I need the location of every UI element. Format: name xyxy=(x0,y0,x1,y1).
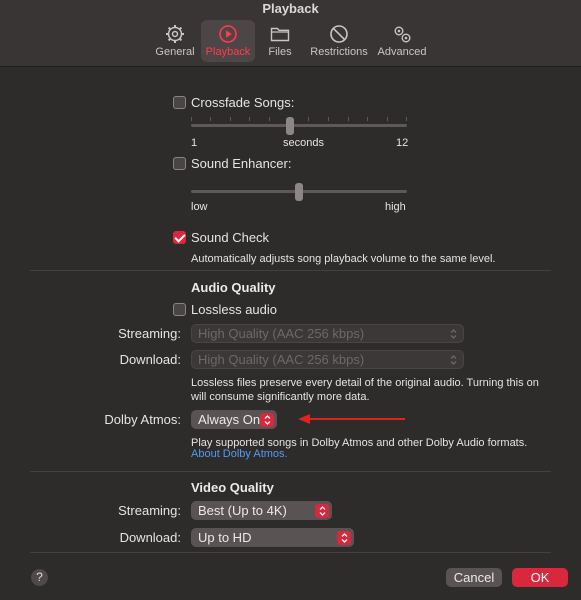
video-download-select[interactable]: Up to HD xyxy=(191,528,354,547)
audio-streaming-value: High Quality (AAC 256 kbps) xyxy=(198,326,365,341)
no-entry-icon xyxy=(330,25,348,43)
help-button[interactable]: ? xyxy=(31,569,48,586)
crossfade-label: Crossfade Songs: xyxy=(191,95,295,110)
lossless-audio-checkbox[interactable] xyxy=(173,303,186,316)
chevron-updown-icon xyxy=(319,506,325,516)
dolby-atmos-value: Always On xyxy=(198,412,261,427)
video-streaming-label: Streaming: xyxy=(118,503,181,518)
video-quality-title: Video Quality xyxy=(191,480,274,495)
crossfade-checkbox[interactable] xyxy=(173,96,186,109)
tab-label: Playback xyxy=(205,46,251,58)
divider xyxy=(30,471,551,472)
window-title: Playback xyxy=(262,1,319,16)
about-dolby-atmos-link[interactable]: About Dolby Atmos. xyxy=(191,448,288,460)
tab-general[interactable]: General xyxy=(152,20,198,62)
crossfade-slider-knob[interactable] xyxy=(286,117,294,135)
tab-files[interactable]: Files xyxy=(263,20,297,62)
audio-streaming-label: Streaming: xyxy=(118,326,181,341)
chevron-updown-icon xyxy=(450,355,457,365)
video-download-value: Up to HD xyxy=(198,530,252,545)
sound-enhancer-label: Sound Enhancer: xyxy=(191,156,292,171)
sound-check-description: Automatically adjusts song playback volu… xyxy=(191,253,496,265)
tab-advanced[interactable]: Advanced xyxy=(376,20,428,62)
divider xyxy=(30,552,551,553)
sound-enhancer-slider-knob[interactable] xyxy=(295,183,303,201)
tab-label: Advanced xyxy=(377,46,427,58)
toolbar: Playback General Playback Files Restrict… xyxy=(0,0,581,67)
chevron-updown-icon xyxy=(450,329,457,339)
audio-download-label: Download: xyxy=(119,352,181,367)
sound-enhancer-slider[interactable] xyxy=(191,182,407,202)
audio-quality-title: Audio Quality xyxy=(191,280,276,295)
crossfade-slider[interactable] xyxy=(191,116,407,136)
lossless-description-line2: will consume significantly more data. xyxy=(191,391,370,403)
lossless-description-line1: Lossless files preserve every detail of … xyxy=(191,377,539,389)
chevron-updown-icon xyxy=(264,415,270,425)
divider xyxy=(30,270,551,271)
video-download-label: Download: xyxy=(119,530,181,545)
audio-download-select[interactable]: High Quality (AAC 256 kbps) xyxy=(191,350,464,369)
tab-playback[interactable]: Playback xyxy=(201,20,255,62)
lossless-audio-label: Lossless audio xyxy=(191,302,277,317)
gear-icon xyxy=(166,25,184,43)
sound-enhancer-checkbox[interactable] xyxy=(173,157,186,170)
arrow-left-icon xyxy=(298,414,405,424)
play-circle-icon xyxy=(219,25,237,43)
folder-icon xyxy=(270,27,290,42)
chevron-updown-icon xyxy=(341,533,347,543)
enhancer-max-label: high xyxy=(385,201,406,213)
crossfade-unit-label: seconds xyxy=(283,137,324,149)
crossfade-max-label: 12 xyxy=(396,137,409,149)
tab-label: Files xyxy=(268,46,292,58)
audio-download-value: High Quality (AAC 256 kbps) xyxy=(198,352,365,367)
video-streaming-value: Best (Up to 4K) xyxy=(198,503,287,518)
tab-label: Restrictions xyxy=(310,46,368,58)
audio-streaming-select[interactable]: High Quality (AAC 256 kbps) xyxy=(191,324,464,343)
ok-button[interactable]: OK xyxy=(512,568,568,587)
video-streaming-select[interactable]: Best (Up to 4K) xyxy=(191,501,332,520)
dolby-atmos-select[interactable]: Always On xyxy=(191,410,277,429)
enhancer-min-label: low xyxy=(191,201,208,213)
gears-icon xyxy=(394,26,411,43)
sound-check-checkbox[interactable] xyxy=(173,231,186,244)
sound-check-label: Sound Check xyxy=(191,230,270,245)
dolby-atmos-label: Dolby Atmos: xyxy=(104,412,181,427)
cancel-button[interactable]: Cancel xyxy=(446,568,502,587)
crossfade-min-label: 1 xyxy=(191,137,198,149)
tab-restrictions[interactable]: Restrictions xyxy=(307,20,371,62)
tab-label: General xyxy=(155,46,195,58)
